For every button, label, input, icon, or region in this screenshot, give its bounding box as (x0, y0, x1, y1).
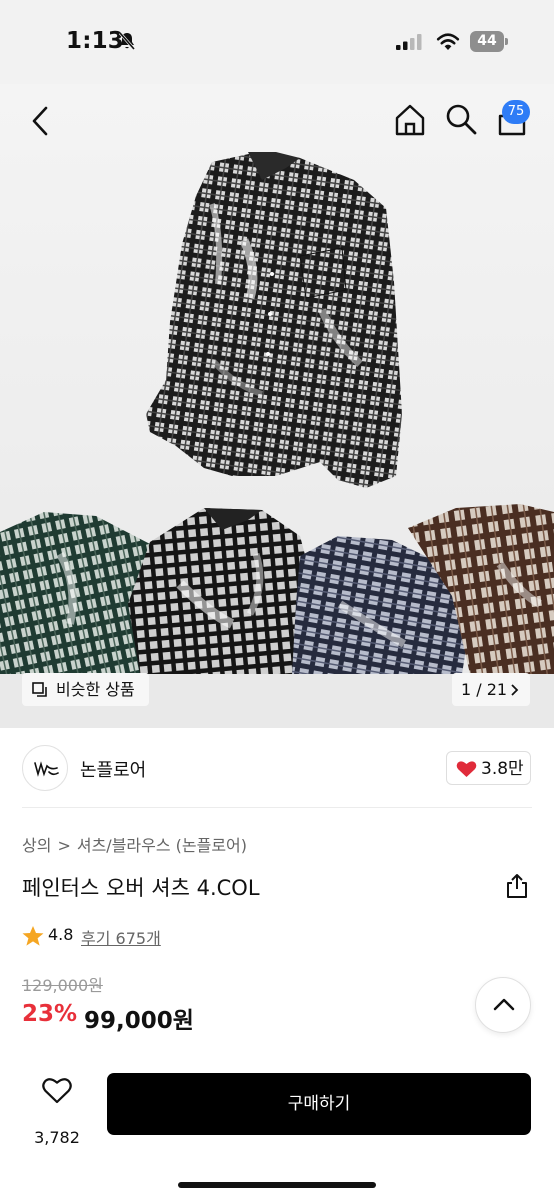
signal-icon (396, 34, 422, 50)
home-icon[interactable] (392, 102, 428, 138)
breadcrumb-item-subcategory[interactable]: 셔츠/블라우스 (논플로어) (77, 832, 247, 856)
brand-like-count: 3.8만 (481, 759, 524, 779)
breadcrumb-separator: > (57, 836, 71, 855)
brand-logo[interactable] (22, 745, 68, 791)
brand-logo-mark (34, 761, 59, 777)
brand-row[interactable]: 논플로어 3.8만 (0, 728, 554, 808)
wifi-icon (436, 33, 460, 50)
image-counter-text: 1 / 21 (461, 680, 508, 699)
back-icon[interactable] (26, 104, 56, 138)
heart-outline-icon (42, 1078, 72, 1104)
star-icon (22, 926, 44, 946)
status-time: 1:13 (66, 28, 125, 54)
bell-slash-icon (118, 32, 136, 50)
product-title: 페인터스 오버 셔츠 4.COL (22, 876, 260, 900)
wishlist-button[interactable]: 3,782 (20, 1072, 94, 1154)
buy-button[interactable]: 구매하기 (107, 1073, 531, 1135)
sale-price: 99,000원 (84, 1008, 194, 1034)
status-bar: 1:13 44 (0, 0, 554, 84)
original-price: 129,000원 (22, 976, 103, 995)
similar-products-button[interactable]: 비슷한 상품 (22, 673, 149, 706)
discount-rate: 23% (22, 1001, 78, 1027)
product-image-gallery[interactable]: 75 비슷한 상품 1 / 21 (0, 84, 554, 728)
similar-products-label: 비슷한 상품 (56, 680, 135, 699)
brand-name[interactable]: 논플로어 (80, 756, 146, 782)
review-link[interactable]: 후기 675개 (81, 925, 161, 949)
similar-icon (32, 682, 47, 697)
chevron-right-icon (511, 684, 519, 696)
rating-score: 4.8 (48, 925, 74, 944)
scroll-top-button[interactable] (475, 977, 531, 1033)
home-indicator (178, 1182, 376, 1188)
brand-like-button[interactable]: 3.8만 (446, 751, 531, 785)
image-counter[interactable]: 1 / 21 (452, 673, 530, 706)
wishlist-count: 3,782 (34, 1128, 80, 1147)
breadcrumb: 상의 > 셔츠/블라우스 (논플로어) (22, 832, 247, 856)
share-icon[interactable] (505, 873, 529, 899)
breadcrumb-item-category[interactable]: 상의 (22, 832, 51, 856)
chevron-up-icon (493, 998, 515, 1011)
heart-icon (456, 761, 477, 777)
battery-icon: 44 (470, 31, 508, 52)
battery-level: 44 (477, 33, 497, 49)
bottom-action-bar: 3,782 구매하기 (0, 1052, 554, 1200)
search-icon[interactable] (444, 102, 478, 136)
divider (22, 807, 532, 808)
cart-badge: 75 (502, 100, 530, 124)
product-photo (0, 152, 554, 728)
